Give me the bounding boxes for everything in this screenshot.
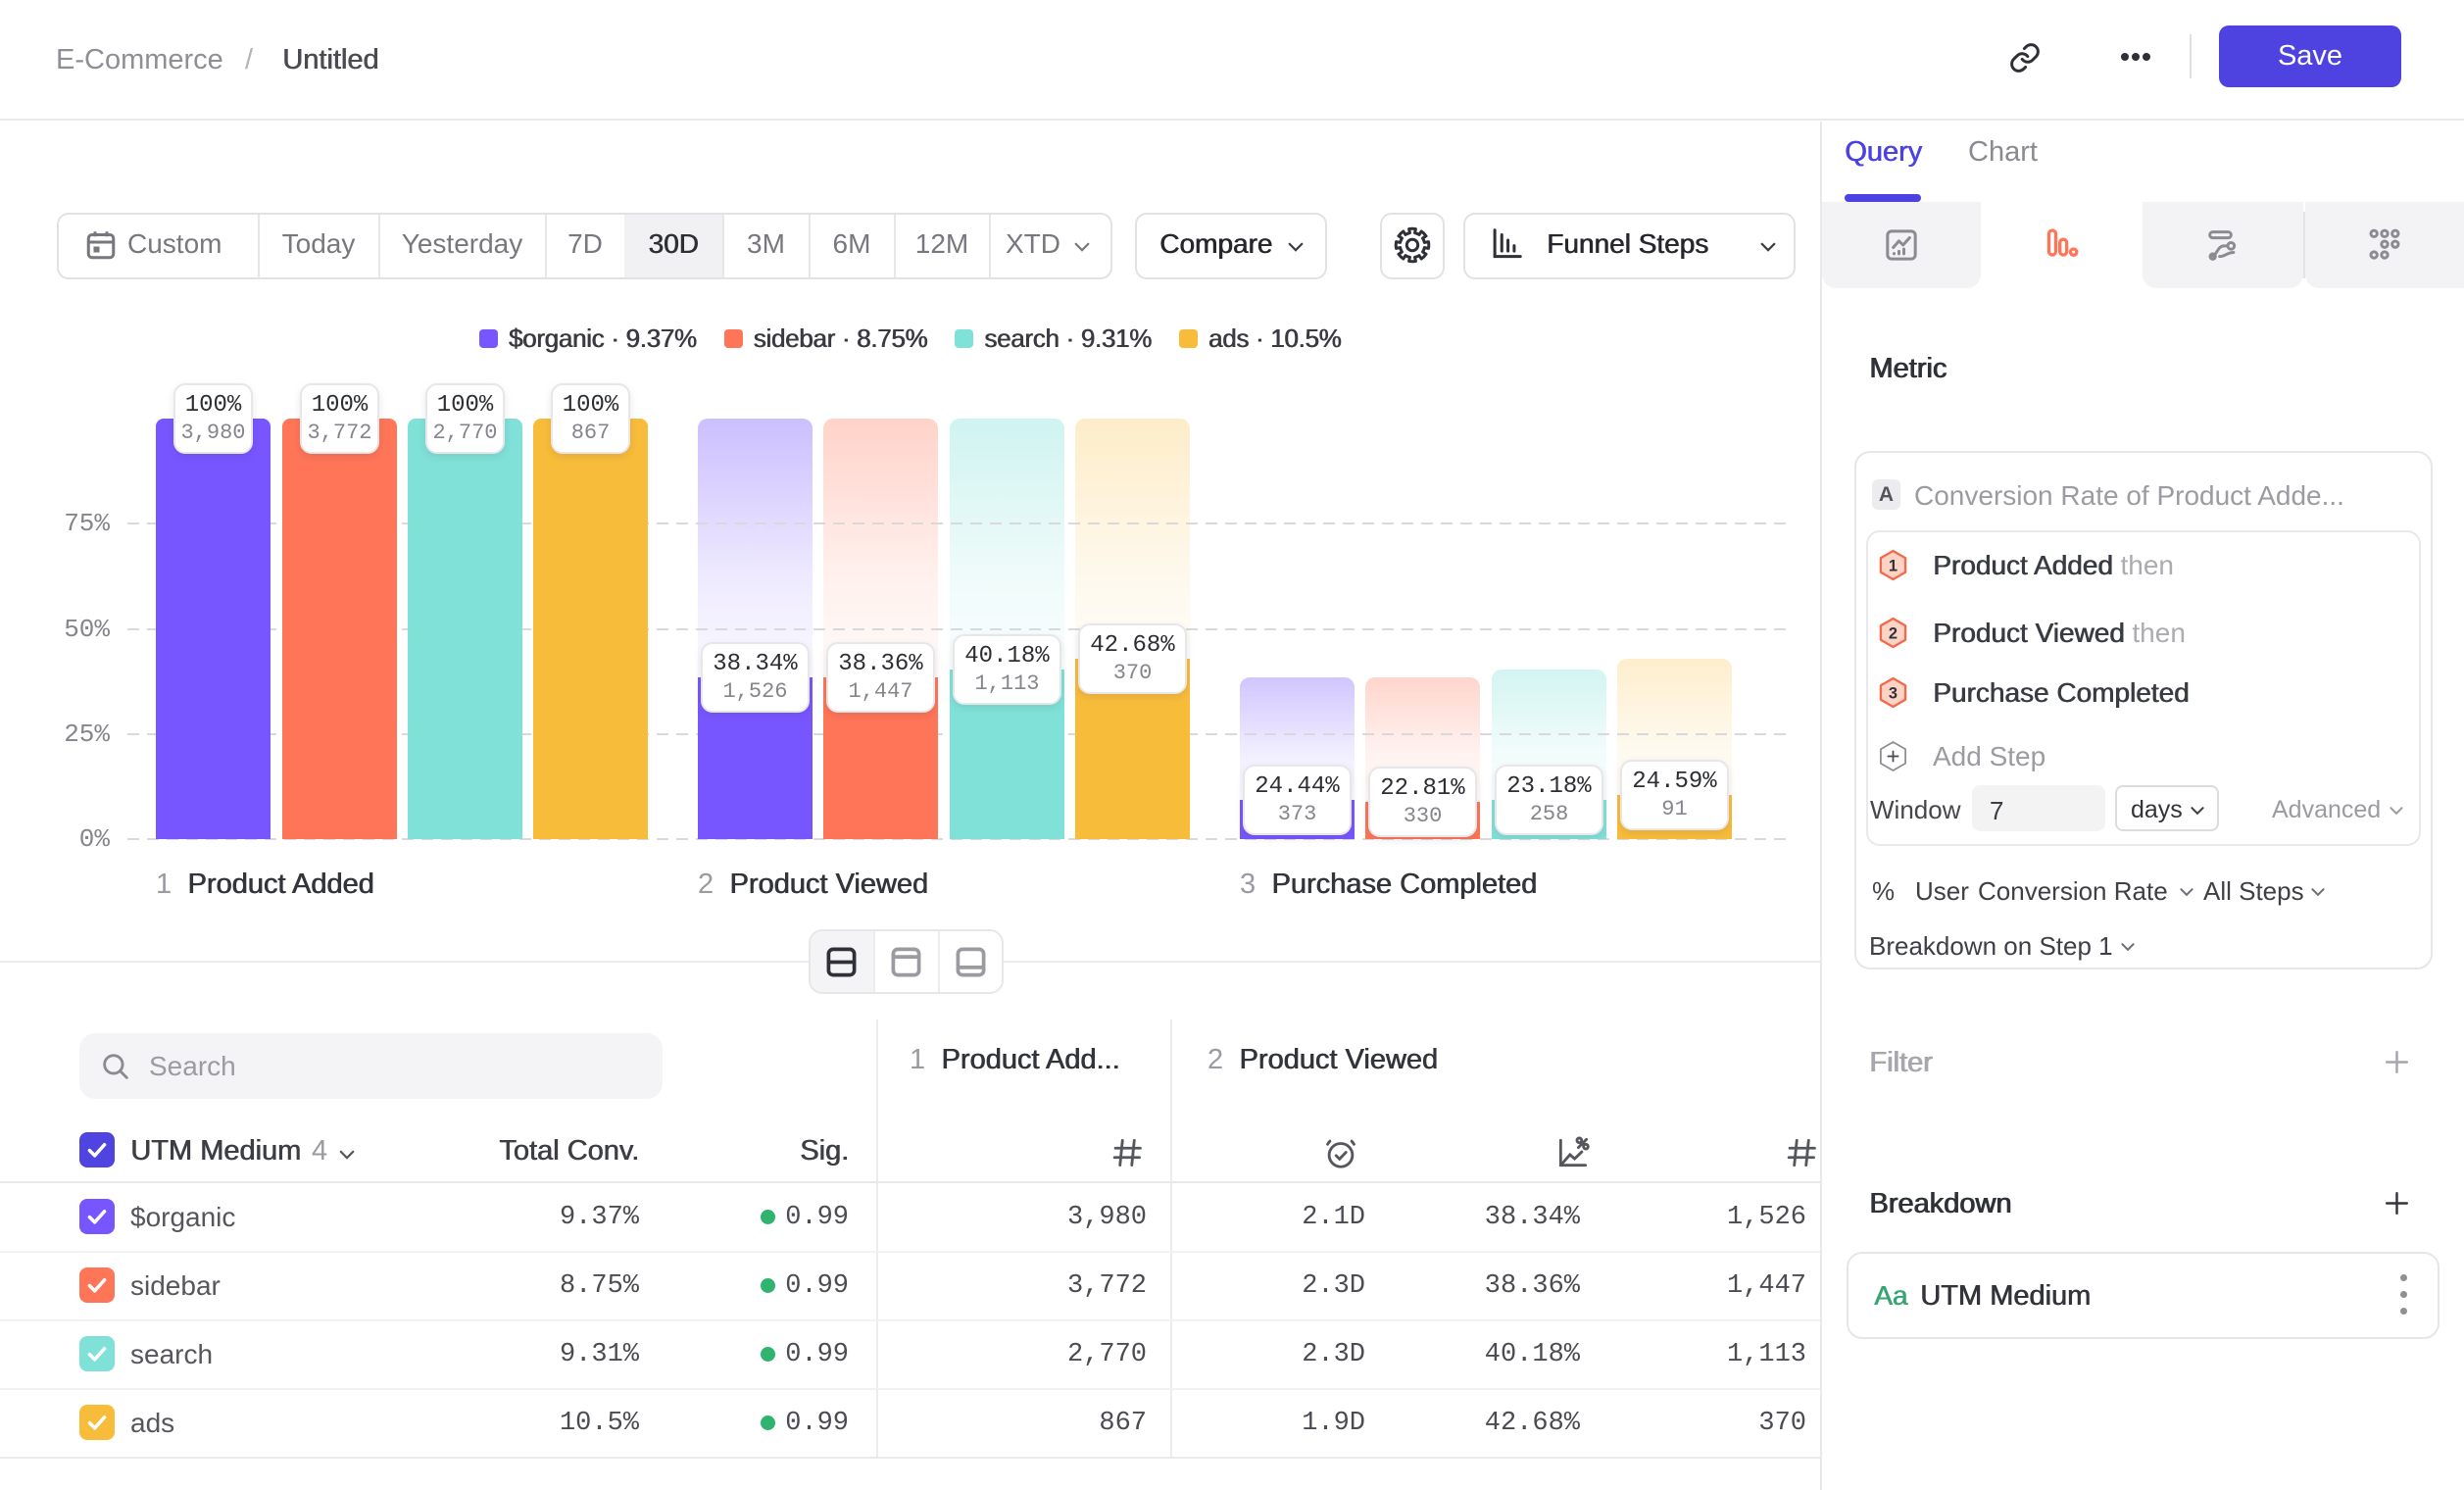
svg-text:3: 3: [1889, 684, 1897, 702]
svg-text:1: 1: [1889, 557, 1897, 574]
svg-text:2: 2: [1889, 624, 1897, 642]
